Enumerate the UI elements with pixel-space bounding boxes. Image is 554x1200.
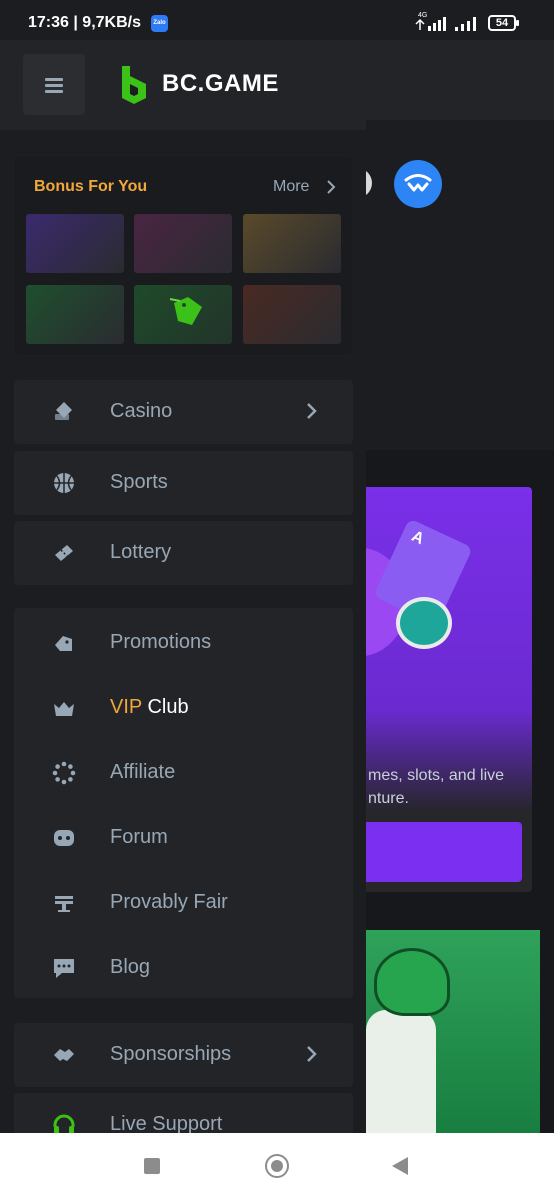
forum-icon [54, 830, 74, 846]
home-button[interactable] [265, 1154, 289, 1178]
sports-banner[interactable] [366, 930, 540, 1140]
sports-group: Sports [14, 451, 353, 515]
basketball-icon [54, 473, 74, 493]
coupon-tag-icon [169, 297, 202, 325]
logo-text: BC.GAME [162, 70, 279, 97]
chevron-right-icon[interactable] [326, 180, 336, 194]
bonus-title: Bonus For You [34, 178, 148, 195]
nav-item-sponsorships[interactable]: Sponsorships [14, 1023, 353, 1087]
nav-item-provably-fair[interactable]: Provably Fair [14, 871, 353, 935]
promotions-icon [55, 636, 72, 651]
nav-item-live-support[interactable]: Live Support [14, 1093, 353, 1133]
zalo-icon: Zalo [151, 15, 168, 32]
battery-icon: 54 [488, 15, 519, 31]
provably-fair-icon [55, 896, 73, 912]
bonus-tile[interactable] [243, 214, 341, 273]
nav-item-blog[interactable]: Blog [14, 936, 353, 1000]
recent-apps-button[interactable] [144, 1158, 160, 1174]
signal-icon [415, 17, 446, 31]
background-wallets [366, 120, 554, 450]
nav-item-affiliate[interactable]: Affiliate [14, 741, 353, 805]
casino-chip-icon [396, 597, 452, 649]
network-speed: 9,7KB/s [82, 14, 141, 31]
lottery-group: Lottery [14, 521, 353, 585]
banner-description: mes, slots, and live nture. [368, 767, 505, 807]
battery-level: 54 [495, 17, 509, 29]
signal-icon-2 [455, 17, 476, 31]
casino-icon [55, 402, 72, 420]
blog-chat-icon [54, 959, 74, 978]
chevron-right-icon [307, 1046, 317, 1062]
lottery-ticket-icon [55, 545, 73, 561]
nav-item-vip-club[interactable]: VIP Club [14, 676, 353, 740]
bonus-panel: Bonus For You More [14, 156, 353, 355]
chevron-right-icon [307, 403, 317, 419]
nav-item-forum[interactable]: Forum [14, 806, 353, 870]
secondary-menu-group: Promotions VIP Club Affiliate Forum Prov… [14, 608, 353, 998]
crown-icon [54, 702, 74, 716]
bonus-tile[interactable] [243, 285, 341, 344]
nav-item-sports[interactable]: Sports [14, 451, 353, 515]
casino-group: Casino [14, 380, 353, 444]
bonus-more-link[interactable]: More [273, 178, 309, 196]
status-time: 17:36 [28, 14, 69, 31]
drawer-header: BC.GAME [0, 40, 366, 130]
nav-item-promotions[interactable]: Promotions [14, 611, 353, 675]
club-label: Club [147, 696, 189, 718]
nav-item-casino[interactable]: Casino [14, 380, 353, 444]
sponsorships-group: Sponsorships [14, 1023, 353, 1087]
banner-button[interactable] [366, 822, 522, 882]
nav-item-lottery[interactable]: Lottery [14, 521, 353, 585]
handshake-icon [54, 1049, 74, 1061]
bcgame-logo-icon [122, 66, 146, 104]
affiliate-icon [52, 761, 76, 785]
system-nav-bar [0, 1133, 554, 1200]
bonus-tile[interactable] [134, 214, 232, 273]
live-support-group: Live Support [14, 1093, 353, 1133]
back-button[interactable] [392, 1157, 408, 1175]
bonus-tile[interactable] [26, 285, 124, 344]
bonus-tile-coupon[interactable] [134, 285, 232, 344]
walletconnect-icon[interactable] [394, 160, 442, 208]
background-header [366, 40, 554, 120]
status-bar: 17:36 | 9,7KB/s Zalo 4G 54 [0, 0, 554, 40]
side-drawer: BC.GAME Bonus For You More Casino Sports [0, 40, 366, 1133]
vip-label: VIP [110, 696, 142, 718]
headset-icon [53, 1114, 75, 1133]
player-jersey [366, 1010, 436, 1140]
football-helmet-icon [374, 948, 450, 1016]
bonus-tile[interactable] [26, 214, 124, 273]
menu-toggle-button[interactable] [23, 54, 85, 115]
